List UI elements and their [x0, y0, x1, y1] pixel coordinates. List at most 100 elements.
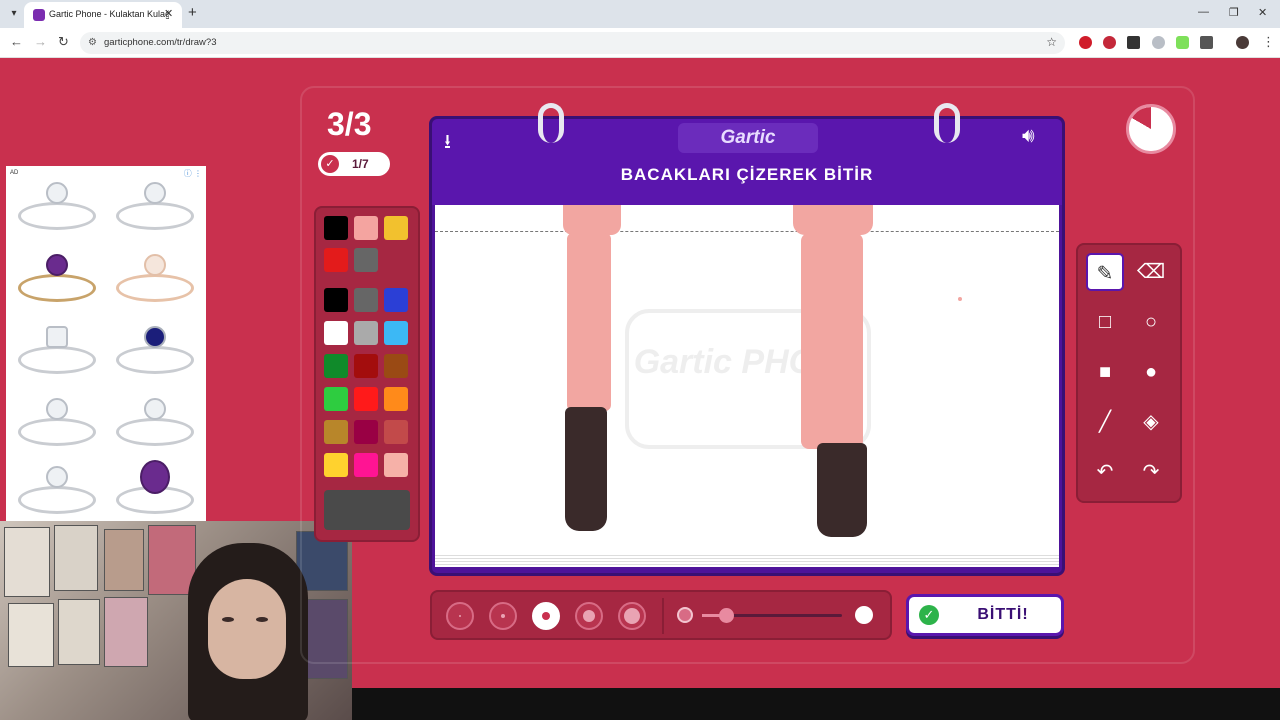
- advertisement-panel[interactable]: AD ⓘ ⋮: [6, 166, 206, 521]
- profile-avatar[interactable]: [1236, 36, 1249, 49]
- brush-size-3[interactable]: [532, 602, 560, 630]
- players-done-badge: ✓ 1/7: [318, 152, 390, 176]
- color-swatch[interactable]: [384, 354, 408, 378]
- rect-fill-tool-icon[interactable]: ■: [1086, 353, 1124, 391]
- color-swatch[interactable]: [324, 387, 348, 411]
- browser-menu-icon[interactable]: ⋮: [1262, 34, 1275, 50]
- board-header: ⭳ Gartic 🔊︎ BACAKLARI ÇİZEREK BİTİR: [432, 103, 1062, 205]
- ring-image[interactable]: [108, 316, 202, 382]
- drawing-board: ⭳ Gartic 🔊︎ BACAKLARI ÇİZEREK BİTİR Gart…: [429, 103, 1065, 576]
- low-opacity-icon: [677, 607, 693, 623]
- browser-tab[interactable]: Gartic Phone - Kulaktan Kulağa ✕: [24, 2, 182, 28]
- gartic-logo: Gartic: [678, 123, 818, 153]
- color-swatch[interactable]: [384, 420, 408, 444]
- tab-search-icon[interactable]: ▾: [6, 6, 22, 22]
- drawing-canvas[interactable]: Gartic PHONE: [435, 205, 1059, 553]
- ballet-shoe-drawing: [565, 407, 607, 531]
- color-swatch[interactable]: [324, 453, 348, 477]
- players-done-count: 1/7: [352, 157, 369, 171]
- color-swatch[interactable]: [324, 288, 348, 312]
- brush-size-1[interactable]: [446, 602, 474, 630]
- circle-fill-tool-icon[interactable]: ●: [1132, 353, 1170, 391]
- circle-outline-tool-icon[interactable]: ○: [1132, 303, 1170, 341]
- color-palette: [314, 206, 420, 542]
- color-swatch[interactable]: [354, 248, 378, 272]
- download-icon[interactable]: ⭳: [444, 127, 451, 161]
- done-button-label: BİTTİ!: [977, 606, 1029, 623]
- done-button[interactable]: ✓ BİTTİ!: [906, 594, 1064, 636]
- line-tool-icon[interactable]: ╱: [1086, 403, 1124, 441]
- ring-image[interactable]: [108, 172, 202, 238]
- rect-outline-tool-icon[interactable]: □: [1086, 303, 1124, 341]
- brush-size-2[interactable]: [489, 602, 517, 630]
- color-swatch[interactable]: [324, 321, 348, 345]
- eraser-tool-icon[interactable]: ⌫: [1132, 253, 1170, 291]
- pen-tool-icon[interactable]: ✎: [1086, 253, 1124, 291]
- previous-drawing-guide: [435, 231, 1059, 232]
- color-swatch[interactable]: [324, 354, 348, 378]
- redo-icon[interactable]: ↷: [1132, 453, 1170, 491]
- leg-drawing: [567, 233, 611, 411]
- binder-ring-icon: [934, 103, 960, 143]
- minimize-icon[interactable]: —: [1198, 6, 1209, 18]
- close-tab-icon[interactable]: ✕: [164, 7, 173, 20]
- timer-icon: [1126, 104, 1176, 154]
- ring-image[interactable]: [108, 456, 202, 522]
- color-swatch[interactable]: [324, 248, 348, 272]
- current-color-swatch[interactable]: [324, 490, 410, 530]
- color-swatch[interactable]: [354, 387, 378, 411]
- url-field[interactable]: ⚙ garticphone.com/tr/draw?3 ☆: [80, 32, 1065, 54]
- color-swatch[interactable]: [384, 453, 408, 477]
- brush-size-4[interactable]: [575, 602, 603, 630]
- check-icon: ✓: [321, 155, 339, 173]
- color-swatch[interactable]: [384, 321, 408, 345]
- forward-icon[interactable]: →: [34, 34, 47, 49]
- tab-title: Gartic Phone - Kulaktan Kulağa: [49, 9, 169, 19]
- extension-icon[interactable]: [1103, 36, 1116, 49]
- screen-bottom-bar: [352, 688, 1280, 720]
- color-swatch[interactable]: [384, 387, 408, 411]
- color-swatch[interactable]: [384, 216, 408, 240]
- color-swatch[interactable]: [354, 453, 378, 477]
- color-swatch[interactable]: [324, 216, 348, 240]
- color-swatch[interactable]: [354, 354, 378, 378]
- extension-icon[interactable]: [1176, 36, 1189, 49]
- color-swatch[interactable]: [324, 420, 348, 444]
- color-swatch[interactable]: [354, 420, 378, 444]
- color-swatch[interactable]: [354, 321, 378, 345]
- ballet-shoe-drawing: [817, 443, 867, 537]
- drawing-prompt: BACAKLARI ÇİZEREK BİTİR: [620, 165, 874, 184]
- browser-tab-bar: ▾ Gartic Phone - Kulaktan Kulağa ✕ + — ❐…: [0, 0, 1280, 28]
- ring-image[interactable]: [10, 244, 104, 310]
- reload-icon[interactable]: ↻: [58, 34, 69, 50]
- ring-image[interactable]: [10, 316, 104, 382]
- brush-size-5[interactable]: [618, 602, 646, 630]
- round-counter: 3/3: [327, 106, 372, 142]
- address-bar: ← → ↻ ⚙ garticphone.com/tr/draw?3 ☆ ⋮: [0, 28, 1280, 58]
- color-swatch[interactable]: [354, 216, 378, 240]
- undo-icon[interactable]: ↶: [1086, 453, 1124, 491]
- color-swatch[interactable]: [354, 288, 378, 312]
- extension-icon[interactable]: [1127, 36, 1140, 49]
- site-info-icon[interactable]: ⚙: [88, 37, 97, 48]
- paper-edge: [435, 553, 1059, 567]
- ring-image[interactable]: [10, 388, 104, 454]
- restore-icon[interactable]: ❐: [1229, 6, 1239, 19]
- bookmark-star-icon[interactable]: ☆: [1046, 35, 1057, 49]
- leg-drawing: [793, 205, 873, 235]
- ring-image[interactable]: [108, 388, 202, 454]
- fill-bucket-tool-icon[interactable]: ◈: [1132, 403, 1170, 441]
- new-tab-button[interactable]: +: [188, 4, 197, 21]
- back-icon[interactable]: ←: [10, 34, 23, 49]
- color-swatch[interactable]: [384, 288, 408, 312]
- extension-icon[interactable]: [1079, 36, 1092, 49]
- extension-icon[interactable]: [1152, 36, 1165, 49]
- opacity-slider-handle[interactable]: [719, 608, 734, 623]
- binder-ring-icon: [538, 103, 564, 143]
- ring-image[interactable]: [10, 172, 104, 238]
- ring-image[interactable]: [10, 456, 104, 522]
- close-window-icon[interactable]: ✕: [1258, 6, 1267, 19]
- extensions-puzzle-icon[interactable]: [1200, 36, 1213, 49]
- ring-image[interactable]: [108, 244, 202, 310]
- sound-icon[interactable]: 🔊︎: [1022, 125, 1035, 148]
